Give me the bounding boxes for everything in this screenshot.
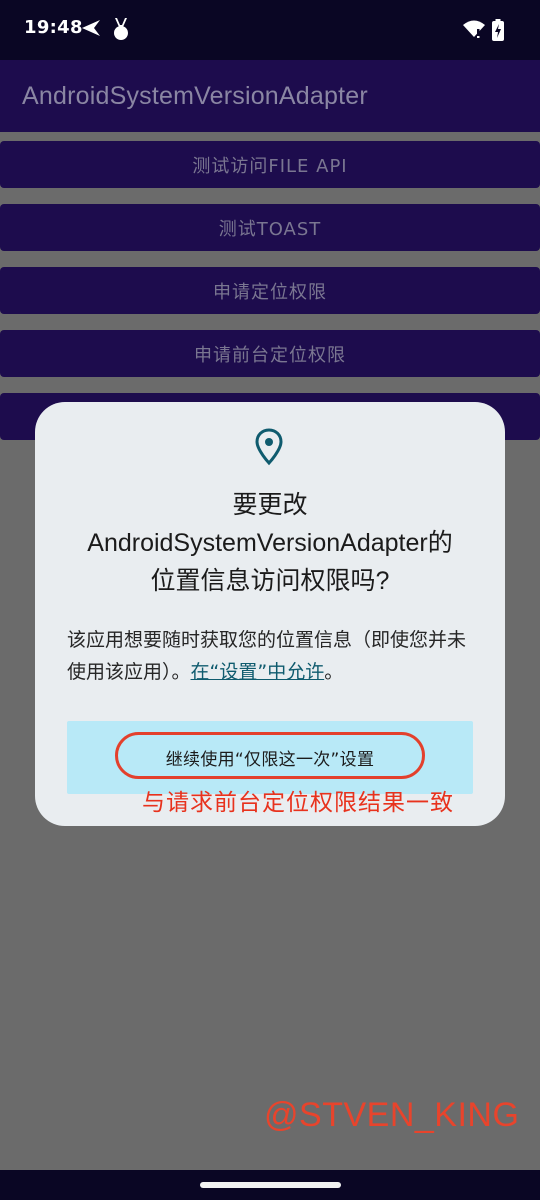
test-file-api-button[interactable]: 测试访问FILE API xyxy=(0,141,540,188)
battery-icon xyxy=(492,19,504,41)
allow-in-settings-link[interactable]: 在“设置”中允许 xyxy=(191,661,325,683)
status-bar: 19:48 xyxy=(0,0,540,60)
location-pin-icon xyxy=(254,428,284,466)
dialog-message: 该应用想要随时获取您的位置信息（即使您并未使用该应用）。在“设置”中允许。 xyxy=(67,624,477,688)
request-location-permission-button[interactable]: 申请定位权限 xyxy=(0,267,540,314)
dialog-title-app-name: AndroidSystemVersionAdapter的 xyxy=(87,529,453,557)
status-time: 19:48 xyxy=(24,17,83,38)
dialog-title-line: 要更改 xyxy=(232,491,308,519)
wifi-icon xyxy=(462,19,486,39)
app-title: AndroidSystemVersionAdapter xyxy=(22,82,368,110)
bunny-icon xyxy=(110,16,132,42)
dialog-title: 要更改 AndroidSystemVersionAdapter的 位置信息访问权… xyxy=(55,486,485,600)
navigation-bar xyxy=(0,1170,540,1200)
watermark: @STVEN_KING xyxy=(264,1096,520,1134)
dialog-title-line: 位置信息访问权限吗? xyxy=(150,567,390,595)
annotation-text: 与请求前台定位权限结果一致 xyxy=(142,790,454,816)
test-toast-button[interactable]: 测试TOAST xyxy=(0,204,540,251)
dialog-message-end: 。 xyxy=(324,661,344,683)
request-foreground-location-button[interactable]: 申请前台定位权限 xyxy=(0,330,540,377)
navigation-arrow-icon xyxy=(80,18,102,38)
home-gesture-handle[interactable] xyxy=(200,1182,341,1188)
annotation-highlight-oval xyxy=(115,732,425,779)
app-bar: AndroidSystemVersionAdapter xyxy=(0,60,540,132)
permission-dialog: 要更改 AndroidSystemVersionAdapter的 位置信息访问权… xyxy=(35,402,505,826)
